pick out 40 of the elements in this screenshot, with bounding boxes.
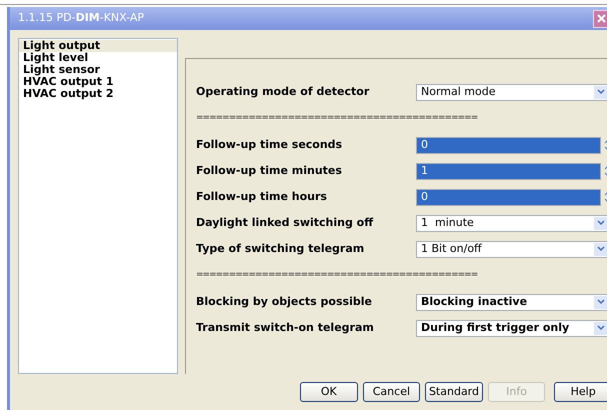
sidebar-item[interactable]: HVAC output 1 bbox=[19, 76, 177, 88]
separator-line: =========================================== bbox=[196, 269, 478, 282]
spin-field[interactable]: 1 bbox=[416, 162, 601, 180]
window-title: 1.1.15 PD-DIM-KNX-AP bbox=[18, 10, 144, 26]
parameter-label: Follow-up time hours bbox=[196, 189, 328, 206]
dropdown-value: Normal mode bbox=[421, 84, 496, 100]
sidebar-item[interactable]: Light output bbox=[19, 40, 177, 52]
dropdown-value: During first trigger only bbox=[421, 320, 570, 336]
dialog-button[interactable]: Cancel bbox=[362, 382, 420, 402]
dialog-button[interactable]: Standard bbox=[425, 382, 483, 402]
close-icon bbox=[596, 14, 606, 24]
dialog-button[interactable]: OK bbox=[300, 382, 358, 402]
parameter-label: Follow-up time seconds bbox=[196, 137, 344, 154]
parameter-label: Daylight linked switching off bbox=[196, 215, 374, 232]
sidebar-item[interactable]: Light sensor bbox=[19, 64, 177, 76]
chevron-down-icon bbox=[597, 220, 605, 226]
dropdown-value: Blocking inactive bbox=[421, 294, 528, 310]
parameter-label: Blocking by objects possible bbox=[196, 294, 373, 310]
spin-field[interactable]: 0 bbox=[416, 136, 601, 154]
dropdown[interactable]: During first trigger only bbox=[416, 320, 607, 337]
parameter-label: Follow-up time minutes bbox=[196, 163, 343, 180]
sidebar-item[interactable]: Light level bbox=[19, 52, 177, 64]
spin-field[interactable]: 0 bbox=[416, 188, 601, 206]
dropdown-value: 1 Bit on/off bbox=[421, 241, 482, 258]
dropdown[interactable]: 1 minute bbox=[416, 214, 607, 232]
dropdown[interactable]: Blocking inactive bbox=[416, 294, 607, 311]
dropdown-value: 1 minute bbox=[421, 215, 474, 232]
close-button[interactable] bbox=[593, 10, 607, 28]
parameter-label: Transmit switch-on telegram bbox=[196, 320, 375, 336]
dropdown[interactable]: 1 Bit on/off bbox=[416, 240, 607, 258]
parameter-label: Operating mode of detector bbox=[196, 84, 370, 100]
chevron-down-icon bbox=[597, 246, 605, 252]
chevron-down-icon bbox=[597, 89, 605, 96]
separator-line: =========================================== bbox=[196, 112, 478, 126]
chevron-down-icon bbox=[597, 325, 605, 332]
chevron-down-icon bbox=[597, 299, 605, 306]
parameter-label: Type of switching telegram bbox=[196, 241, 366, 258]
sidebar-item[interactable]: HVAC output 2 bbox=[19, 88, 177, 100]
dialog-button[interactable]: Help bbox=[554, 382, 607, 402]
dropdown[interactable]: Normal mode bbox=[416, 84, 607, 101]
